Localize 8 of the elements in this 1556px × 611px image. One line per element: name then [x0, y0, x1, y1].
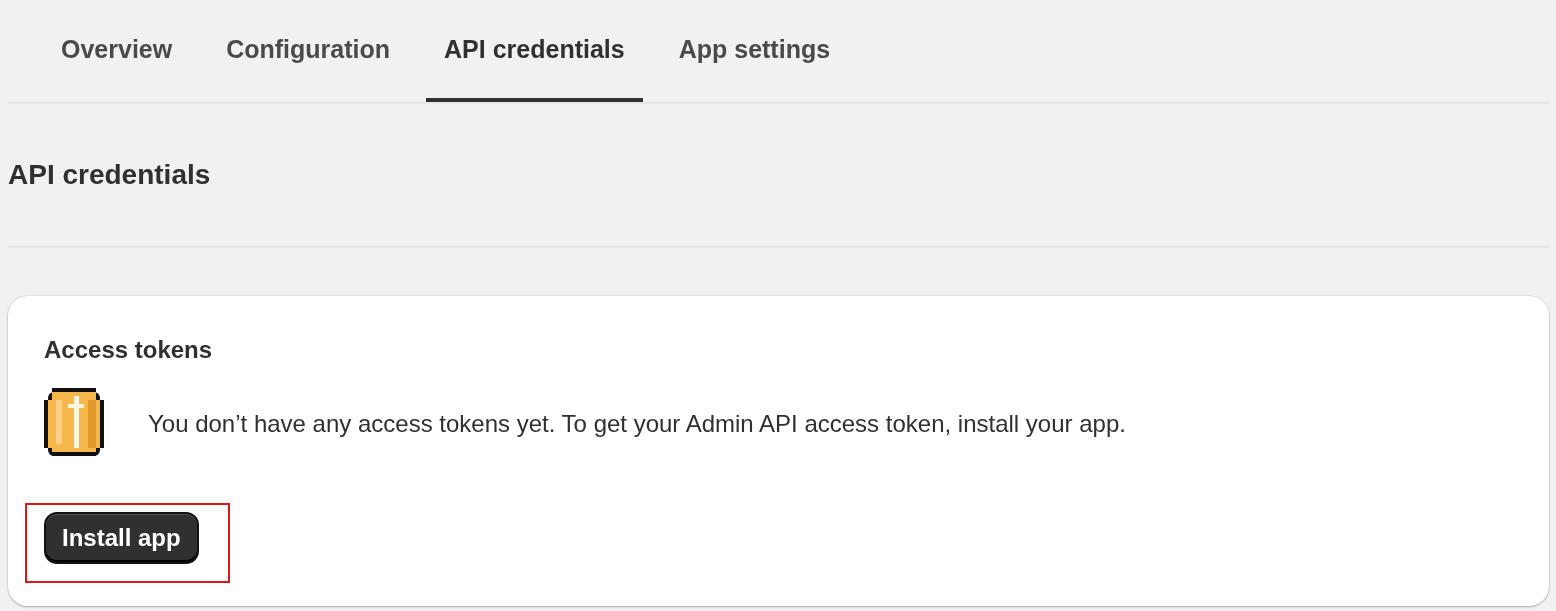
card-title: Access tokens: [44, 336, 214, 364]
tab[interactable]: App settings: [660, 0, 849, 102]
install-button[interactable]: Install app: [44, 512, 199, 564]
tab[interactable]: API credentials: [426, 0, 643, 102]
tab[interactable]: Overview: [43, 0, 191, 102]
page-heading: API credentials: [8, 159, 211, 191]
tab[interactable]: Configuration: [208, 0, 409, 102]
empty-state-message: You don’t have any access tokens yet. To get your Admin API access token, install your app.: [148, 410, 1126, 438]
